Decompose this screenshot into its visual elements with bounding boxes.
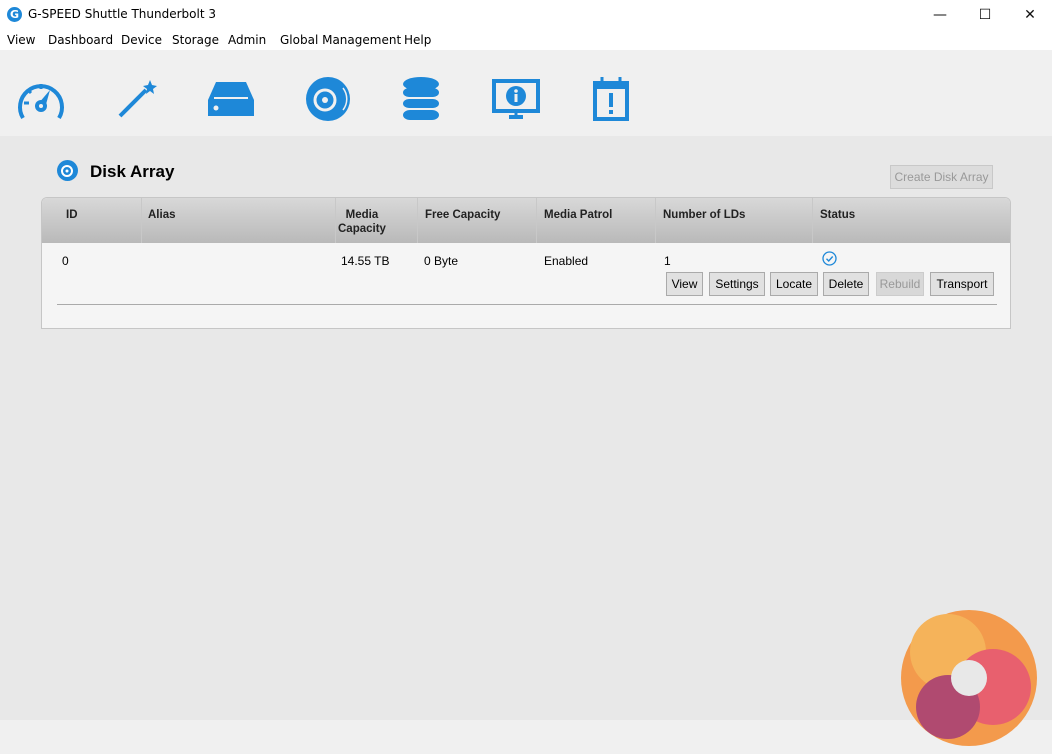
close-button[interactable]: ✕ bbox=[1007, 0, 1053, 30]
minimize-button[interactable]: — bbox=[917, 0, 963, 30]
menu-dashboard[interactable]: Dashboard bbox=[48, 33, 113, 47]
disk-array-icon bbox=[57, 160, 78, 181]
cell-number-of-lds: 1 bbox=[664, 254, 671, 268]
table-header: ID Alias Media Capacity Free Capacity Me… bbox=[42, 198, 1010, 243]
storage-database-icon[interactable] bbox=[396, 76, 446, 122]
title-bar: G G-SPEED Shuttle Thunderbolt 3 — ☐ ✕ bbox=[0, 0, 1055, 30]
view-button[interactable]: View bbox=[666, 272, 703, 296]
menu-device[interactable]: Device bbox=[121, 33, 162, 47]
header-free-capacity: Free Capacity bbox=[425, 209, 501, 221]
menu-storage[interactable]: Storage bbox=[172, 33, 219, 47]
event-calendar-icon[interactable] bbox=[586, 76, 636, 122]
create-disk-array-button[interactable]: Create Disk Array bbox=[890, 165, 993, 189]
status-ok-icon bbox=[822, 251, 837, 266]
maximize-button[interactable]: ☐ bbox=[962, 0, 1008, 30]
row-divider bbox=[57, 304, 997, 305]
page-title: Disk Array bbox=[90, 162, 175, 181]
status-bar bbox=[0, 720, 1052, 754]
menu-bar: View Dashboard Device Storage Admin Glob… bbox=[0, 30, 1055, 50]
device-drive-icon[interactable] bbox=[206, 76, 256, 122]
app-logo-icon: G bbox=[7, 7, 22, 22]
watermark-logo bbox=[901, 610, 1037, 746]
header-alias: Alias bbox=[148, 209, 176, 221]
settings-button[interactable]: Settings bbox=[709, 272, 765, 296]
transport-button[interactable]: Transport bbox=[930, 272, 994, 296]
header-media-capacity: Media Capacity bbox=[338, 209, 386, 235]
header-number-of-lds: Number of LDs bbox=[663, 209, 746, 221]
toolbar bbox=[0, 50, 1052, 136]
header-status: Status bbox=[820, 209, 856, 221]
cell-media-patrol: Enabled bbox=[544, 254, 589, 268]
wizard-wand-icon[interactable] bbox=[112, 76, 162, 122]
menu-view[interactable]: View bbox=[7, 33, 35, 47]
cell-media-capacity: 14.55 TB bbox=[341, 254, 390, 268]
disk-array-icon[interactable] bbox=[303, 76, 353, 122]
cell-free-capacity: 0 Byte bbox=[424, 254, 459, 268]
info-monitor-icon[interactable] bbox=[491, 76, 541, 122]
window-title: G-SPEED Shuttle Thunderbolt 3 bbox=[28, 7, 216, 21]
cell-id: 0 bbox=[62, 254, 69, 268]
delete-button[interactable]: Delete bbox=[823, 272, 869, 296]
disk-array-table: ID Alias Media Capacity Free Capacity Me… bbox=[41, 197, 1011, 329]
rebuild-button: Rebuild bbox=[876, 272, 924, 296]
menu-global-management[interactable]: Global Management bbox=[280, 33, 401, 47]
locate-button[interactable]: Locate bbox=[770, 272, 818, 296]
header-media-patrol: Media Patrol bbox=[544, 209, 613, 221]
header-id: ID bbox=[66, 209, 78, 221]
menu-help[interactable]: Help bbox=[404, 33, 431, 47]
dashboard-gauge-icon[interactable] bbox=[16, 76, 66, 122]
menu-admin[interactable]: Admin bbox=[228, 33, 266, 47]
